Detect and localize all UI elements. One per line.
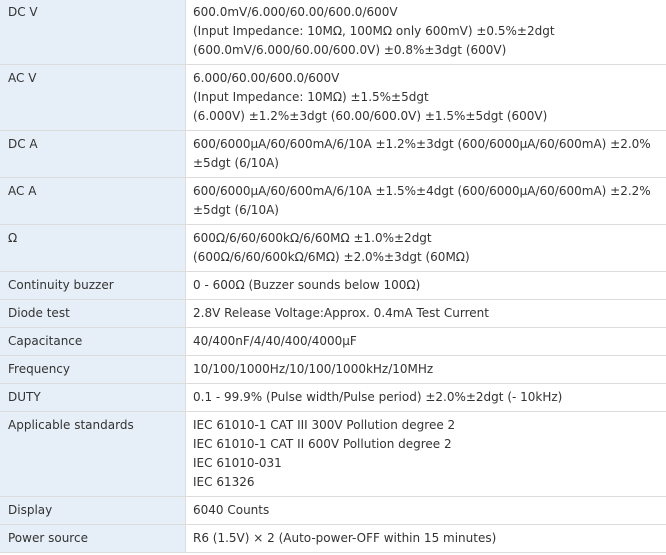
- spec-value: 40/400nF/4/40/400/4000μF: [185, 327, 666, 356]
- spec-value-line: (Input Impedance: 10MΩ) ±1.5%±5dgt: [193, 90, 429, 104]
- spec-value-line: 40/400nF/4/40/400/4000μF: [193, 334, 357, 348]
- spec-row: DC V 600.0mV/6.000/60.00/600.0/600V (Input…: [0, 0, 666, 65]
- spec-row: AC V 6.000/60.00/600.0/600V (Input Impedan…: [0, 64, 666, 131]
- spec-value-line: R6 (1.5V) × 2 (Auto-power-OFF within 15 …: [193, 531, 497, 545]
- spec-label: Frequency: [0, 355, 186, 384]
- spec-value-line: (6.000V) ±1.2%±3dgt (60.00/600.0V) ±1.5%…: [193, 109, 548, 123]
- spec-row: DUTY 0.1 - 99.9% (Pulse width/Pulse perio…: [0, 383, 666, 412]
- spec-value: IEC 61010-1 CAT III 300V Pollution degre…: [185, 411, 666, 497]
- spec-row: Display 6040 Counts: [0, 496, 666, 525]
- spec-value-line: 10/100/1000Hz/10/100/1000kHz/10MHz: [193, 362, 434, 376]
- spec-value-line: IEC 61010-1 CAT III 300V Pollution degre…: [193, 418, 456, 432]
- spec-value-line: 2.8V Release Voltage:Approx. 0.4mA Test …: [193, 306, 489, 320]
- spec-row: Frequency 10/100/1000Hz/10/100/1000kHz/10…: [0, 355, 666, 384]
- spec-value-line: 6.000/60.00/600.0/600V: [193, 71, 340, 85]
- spec-value-line: IEC 61010-1 CAT II 600V Pollution degree…: [193, 437, 452, 451]
- spec-label: AC A: [0, 177, 186, 225]
- spec-value-line: (Input Impedance: 10MΩ, 100MΩ only 600mV…: [193, 24, 555, 38]
- spec-row: Capacitance 40/400nF/4/40/400/4000μF: [0, 327, 666, 356]
- spec-value: 0 - 600Ω (Buzzer sounds below 100Ω): [185, 271, 666, 300]
- spec-value-line: 0.1 - 99.9% (Pulse width/Pulse period) ±…: [193, 390, 563, 404]
- spec-value: 600.0mV/6.000/60.00/600.0/600V (Input Imp…: [185, 0, 666, 65]
- spec-label: AC V: [0, 64, 186, 131]
- spec-value-line: 600Ω/6/60/600kΩ/6/60MΩ ±1.0%±2dgt: [193, 231, 432, 245]
- spec-value-line: 6040 Counts: [193, 503, 270, 517]
- spec-value: 10/100/1000Hz/10/100/1000kHz/10MHz: [185, 355, 666, 384]
- spec-label: Ω: [0, 224, 186, 272]
- spec-label: DC A: [0, 130, 186, 178]
- spec-row: Ω 600Ω/6/60/600kΩ/6/60MΩ ±1.0%±2dgt (600Ω/…: [0, 224, 666, 272]
- spec-row: Power source R6 (1.5V) × 2 (Auto-power-OF…: [0, 524, 666, 553]
- spec-value-line: IEC 61010-031: [193, 456, 282, 470]
- spec-value: 6040 Counts: [185, 496, 666, 525]
- spec-value-line: IEC 61326: [193, 475, 255, 489]
- spec-value: 6.000/60.00/600.0/600V (Input Impedance: …: [185, 64, 666, 131]
- spec-value-line: (600.0mV/6.000/60.00/600.0V) ±0.8%±3dgt …: [193, 43, 507, 57]
- spec-label: Applicable standards: [0, 411, 186, 497]
- spec-value-line: 0 - 600Ω (Buzzer sounds below 100Ω): [193, 278, 421, 292]
- spec-label: Display: [0, 496, 186, 525]
- spec-label: DC V: [0, 0, 186, 65]
- spec-row: Continuity buzzer 0 - 600Ω (Buzzer sounds…: [0, 271, 666, 300]
- spec-label: Continuity buzzer: [0, 271, 186, 300]
- spec-table: DC V 600.0mV/6.000/60.00/600.0/600V (Input…: [0, 0, 666, 553]
- spec-value: 600Ω/6/60/600kΩ/6/60MΩ ±1.0%±2dgt (600Ω/6…: [185, 224, 666, 272]
- spec-label: DUTY: [0, 383, 186, 412]
- spec-value-line: 600/6000μA/60/600mA/6/10A ±1.2%±3dgt (60…: [193, 137, 651, 170]
- spec-label: Diode test: [0, 299, 186, 328]
- spec-value-line: 600.0mV/6.000/60.00/600.0/600V: [193, 5, 398, 19]
- spec-label: Power source: [0, 524, 186, 553]
- spec-value: 600/6000μA/60/600mA/6/10A ±1.2%±3dgt (60…: [185, 130, 666, 178]
- spec-value: R6 (1.5V) × 2 (Auto-power-OFF within 15 …: [185, 524, 666, 553]
- spec-value-line: (600Ω/6/60/600kΩ/6MΩ) ±2.0%±3dgt (60MΩ): [193, 250, 470, 264]
- spec-label: Capacitance: [0, 327, 186, 356]
- spec-row: Applicable standards IEC 61010-1 CAT III …: [0, 411, 666, 497]
- spec-value: 2.8V Release Voltage:Approx. 0.4mA Test …: [185, 299, 666, 328]
- spec-row: Diode test 2.8V Release Voltage:Approx. 0…: [0, 299, 666, 328]
- spec-table-body: DC V 600.0mV/6.000/60.00/600.0/600V (Input…: [0, 0, 666, 553]
- spec-value: 600/6000μA/60/600mA/6/10A ±1.5%±4dgt (60…: [185, 177, 666, 225]
- spec-row: DC A 600/6000μA/60/600mA/6/10A ±1.2%±3dgt…: [0, 130, 666, 178]
- spec-row: AC A 600/6000μA/60/600mA/6/10A ±1.5%±4dgt…: [0, 177, 666, 225]
- spec-value-line: 600/6000μA/60/600mA/6/10A ±1.5%±4dgt (60…: [193, 184, 651, 217]
- spec-value: 0.1 - 99.9% (Pulse width/Pulse period) ±…: [185, 383, 666, 412]
